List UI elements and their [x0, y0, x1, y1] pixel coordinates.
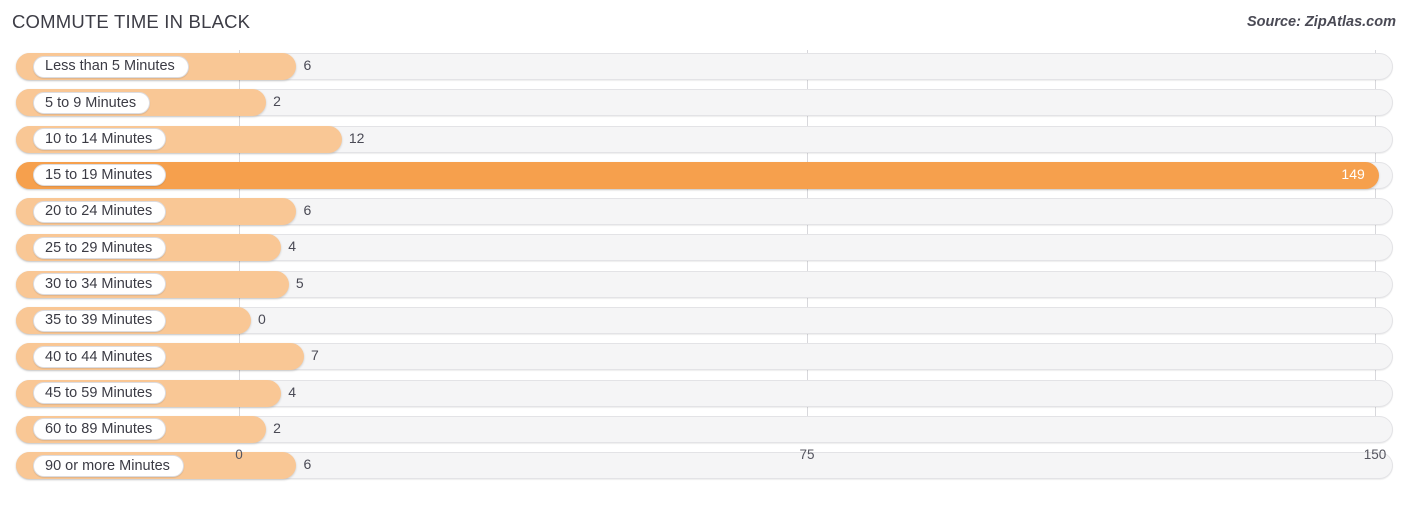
bar-value-label: 149 [1341, 165, 1365, 182]
x-tick-label: 75 [799, 447, 815, 462]
category-label-pill: 35 to 39 Minutes [33, 309, 167, 332]
bar-value-label: 0 [258, 311, 266, 328]
chart-row[interactable]: 40 to 44 Minutes 7 [0, 340, 1406, 376]
category-label: 45 to 59 Minutes [45, 384, 153, 401]
chart-row[interactable]: 5 to 9 Minutes 2 [0, 86, 1406, 122]
category-label: 30 to 34 Minutes [45, 276, 153, 293]
category-label-pill: 40 to 44 Minutes [33, 345, 167, 368]
chart-row[interactable]: 20 to 24 Minutes 6 [0, 195, 1406, 231]
x-tick-label: 0 [235, 447, 243, 462]
chart-row[interactable]: 15 to 19 Minutes 149 [0, 159, 1406, 195]
bar[interactable] [16, 161, 1380, 189]
bar-value-label: 2 [273, 419, 281, 436]
chart-row[interactable]: Less than 5 Minutes 6 [0, 50, 1406, 86]
category-label: 20 to 24 Minutes [45, 203, 153, 220]
chart-row[interactable]: 10 to 14 Minutes 12 [0, 123, 1406, 159]
category-label-pill: 20 to 24 Minutes [33, 200, 167, 223]
category-label: 5 to 9 Minutes [45, 94, 137, 111]
category-label-pill: 30 to 34 Minutes [33, 273, 167, 296]
category-label-pill: 15 to 19 Minutes [33, 164, 167, 187]
x-tick-label: 150 [1363, 447, 1387, 462]
bar-value-label: 7 [311, 347, 319, 364]
bar-value-label: 5 [295, 274, 304, 291]
plot-area: Less than 5 Minutes 6 5 to 9 Minutes 2 10 to… [0, 50, 1406, 487]
category-label: 15 to 19 Minutes [45, 167, 153, 184]
chart-container: COMMUTE TIME IN BLACK Source: ZipAtlas.c… [0, 0, 1406, 523]
category-label-pill: Less than 5 Minutes [33, 55, 189, 78]
bar-value-label: 6 [303, 57, 312, 73]
bar-rows: Less than 5 Minutes 6 5 to 9 Minutes 2 10 to… [0, 50, 1406, 486]
category-label-pill: 25 to 29 Minutes [33, 236, 167, 259]
category-label: 40 to 44 Minutes [45, 348, 153, 365]
bar-value-label: 2 [273, 93, 281, 110]
chart-row[interactable]: 30 to 34 Minutes 5 [0, 268, 1406, 304]
chart-row[interactable]: 25 to 29 Minutes 4 [0, 231, 1406, 267]
bar-value-label: 4 [288, 383, 297, 400]
bar-value-label: 6 [303, 202, 312, 219]
page-title: COMMUTE TIME IN BLACK [12, 11, 251, 32]
chart-row[interactable]: 35 to 39 Minutes 0 [0, 304, 1406, 340]
category-label-pill: 45 to 59 Minutes [33, 382, 167, 405]
x-axis: 0 75 150 [0, 435, 1406, 487]
category-label: 35 to 39 Minutes [45, 312, 153, 329]
bar-value-label: 12 [348, 129, 365, 146]
category-label: 25 to 29 Minutes [45, 239, 153, 256]
source-attribution: Source: ZipAtlas.com [1246, 14, 1396, 30]
category-label: Less than 5 Minutes [45, 58, 175, 75]
category-label-pill: 10 to 14 Minutes [33, 128, 167, 151]
category-label-pill: 5 to 9 Minutes [33, 91, 151, 114]
category-label: 10 to 14 Minutes [45, 130, 153, 147]
bar-value-label: 4 [288, 238, 297, 255]
chart-row[interactable]: 45 to 59 Minutes 4 [0, 377, 1406, 413]
